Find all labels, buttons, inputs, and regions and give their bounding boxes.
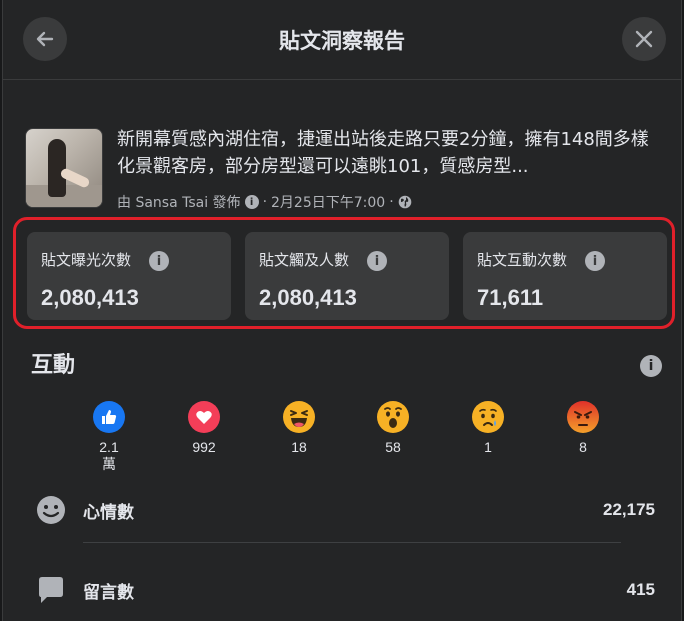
reactions-total-row: 心情數 22,175 — [33, 490, 661, 530]
reaction-count: 8 — [579, 439, 587, 455]
stat-label: 貼文曝光次數 — [41, 251, 132, 269]
reaction-count: 992 — [192, 439, 216, 455]
close-icon — [635, 30, 653, 48]
reaction-count: 58 — [385, 439, 401, 455]
stat-value: 2,080,413 — [41, 285, 139, 310]
love-icon — [188, 401, 220, 433]
comments-row: 留言數 415 — [33, 570, 661, 610]
stat-value: 71,611 — [477, 285, 544, 310]
post-author: 由 Sansa Tsai 發佈 — [117, 195, 241, 211]
dialog-header: 貼文洞察報告 — [3, 0, 681, 80]
stat-label: 貼文觸及人數 — [259, 251, 350, 269]
divider — [83, 542, 621, 543]
post-meta: 由 Sansa Tsai 發佈 i · 2月25日下午7:00 · — [117, 192, 412, 212]
row-label: 心情數 — [83, 503, 134, 523]
wow-icon — [377, 401, 409, 433]
reaction-love: 992 — [174, 401, 234, 456]
stat-card-impressions: 貼文曝光次數 i 2,080,413 — [27, 232, 231, 320]
angry-icon — [567, 401, 599, 433]
meta-separator: · — [262, 194, 268, 210]
comment-icon — [39, 577, 63, 603]
info-icon[interactable]: i — [149, 251, 169, 271]
reaction-count: 2.1 萬 — [99, 439, 119, 472]
row-label: 留言數 — [83, 583, 134, 603]
smiley-icon — [37, 496, 65, 524]
post-text: 新開幕質感內湖住宿，捷運出站後走路只要2分鐘，擁有148間多樣化景觀客房，部分房… — [117, 129, 649, 177]
close-button[interactable] — [622, 17, 666, 61]
stat-card-reach: 貼文觸及人數 i 2,080,413 — [245, 232, 449, 320]
dialog-title: 貼文洞察報告 — [279, 29, 405, 53]
reaction-wow: 58 — [363, 401, 423, 456]
info-icon[interactable]: i — [244, 195, 259, 209]
reaction-count: 1 — [484, 439, 492, 455]
stat-value: 2,080,413 — [259, 285, 357, 310]
sad-icon — [472, 401, 504, 433]
reaction-haha: 18 — [269, 401, 329, 456]
reaction-angry: 8 — [553, 401, 613, 456]
reaction-sad: 1 — [458, 401, 518, 456]
row-value: 22,175 — [603, 500, 655, 519]
insights-dialog: 貼文洞察報告 新開幕質感內湖住宿，捷運出站後走路只要2分鐘，擁有148間多樣化景… — [2, 0, 682, 621]
reaction-like: 2.1 萬 — [79, 401, 139, 473]
meta-separator: · — [389, 194, 394, 210]
stat-label: 貼文互動次數 — [477, 251, 568, 269]
stat-card-engagement: 貼文互動次數 i 71,611 — [463, 232, 667, 320]
stats-highlight: 貼文曝光次數 i 2,080,413 貼文觸及人數 i 2,080,413 貼文… — [13, 217, 675, 329]
info-icon[interactable]: i — [367, 251, 387, 271]
post-date[interactable]: 2月25日下午7:00 — [271, 192, 385, 212]
engagement-title: 互動 — [31, 353, 76, 378]
like-icon — [93, 401, 125, 433]
post-thumbnail — [25, 128, 103, 208]
haha-icon — [283, 401, 315, 433]
reaction-count: 18 — [291, 439, 307, 455]
row-value: 415 — [626, 580, 655, 599]
info-icon[interactable]: i — [585, 251, 605, 271]
info-icon[interactable]: i — [640, 355, 662, 377]
post-preview[interactable]: 新開幕質感內湖住宿，捷運出站後走路只要2分鐘，擁有148間多樣化景觀客房，部分房… — [25, 126, 665, 216]
globe-icon — [398, 195, 411, 209]
